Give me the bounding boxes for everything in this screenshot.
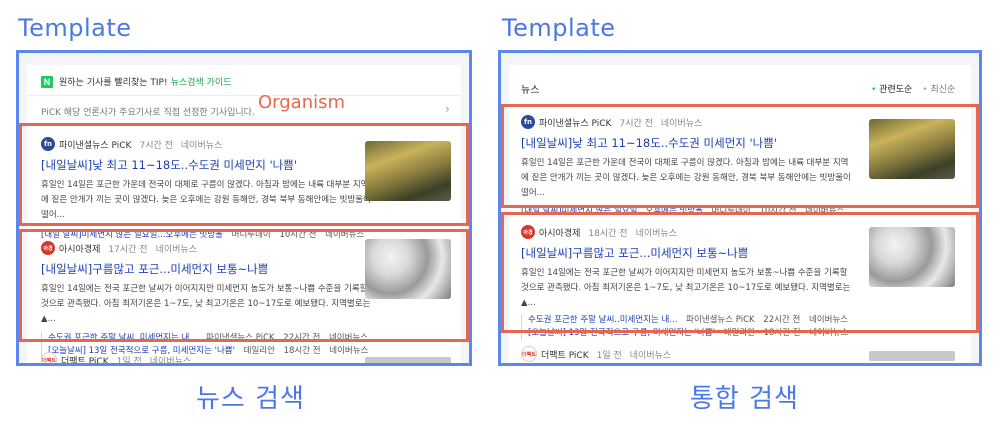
news-item: 더팩트 더팩트 PiCK 1일 전 네이버뉴스: [521, 346, 679, 362]
press-name[interactable]: 더팩트 PiCK: [61, 354, 109, 364]
organism-outline: [501, 104, 979, 208]
chevron-right-icon[interactable]: ›: [445, 102, 450, 116]
right-template-title: Template: [502, 14, 616, 42]
article-time: 1일 전: [116, 356, 142, 366]
section-title: 뉴스: [521, 85, 540, 96]
sort-latest[interactable]: 최신순: [922, 82, 955, 95]
press-name[interactable]: 더팩트 PiCK: [541, 348, 589, 361]
sort-options: 관련도순 최신순: [871, 82, 955, 95]
tip-card: N 원하는 기사를 빨리찾는 TIP! 뉴스검색 가이드 PiCK 해당 언론사…: [27, 65, 461, 127]
related-press[interactable]: 데일리안: [244, 346, 275, 356]
news-item: 더팩트 더팩트 PiCK 1일 전 네이버뉴스: [41, 352, 199, 366]
source-link[interactable]: 네이버뉴스: [630, 348, 671, 361]
naver-n-icon: N: [41, 75, 53, 88]
news-thumbnail[interactable]: [869, 351, 955, 361]
news-thumbnail[interactable]: [365, 357, 451, 363]
press-logo-icon: 더팩트: [41, 352, 57, 363]
organism-outline: [19, 123, 469, 226]
related-source[interactable]: 네이버뉴스: [329, 346, 368, 356]
left-panel-caption: 뉴스 검색: [196, 384, 305, 414]
left-template-title: Template: [18, 14, 132, 42]
sort-relevance[interactable]: 관련도순: [871, 82, 912, 95]
organism-label: Organism: [258, 92, 346, 113]
tip-banner[interactable]: N 원하는 기사를 빨리찾는 TIP! 뉴스검색 가이드: [41, 75, 231, 88]
pick-notice: PiCK 해당 언론사가 주요기사로 직접 선정한 기사입니다.: [41, 108, 255, 118]
divider: [27, 95, 461, 96]
organism-outline: [501, 212, 979, 333]
source-link[interactable]: 네이버뉴스: [150, 354, 191, 364]
organism-outline: [19, 229, 469, 342]
news-search-guide-link[interactable]: 뉴스검색 가이드: [171, 75, 232, 88]
article-time: 1일 전: [596, 350, 622, 361]
press-logo-icon: 더팩트: [521, 346, 537, 362]
right-panel-caption: 통합 검색: [690, 384, 799, 414]
related-time: 18시간 전: [283, 346, 321, 356]
tip-text: 원하는 기사를 빨리찾는 TIP!: [59, 78, 168, 88]
